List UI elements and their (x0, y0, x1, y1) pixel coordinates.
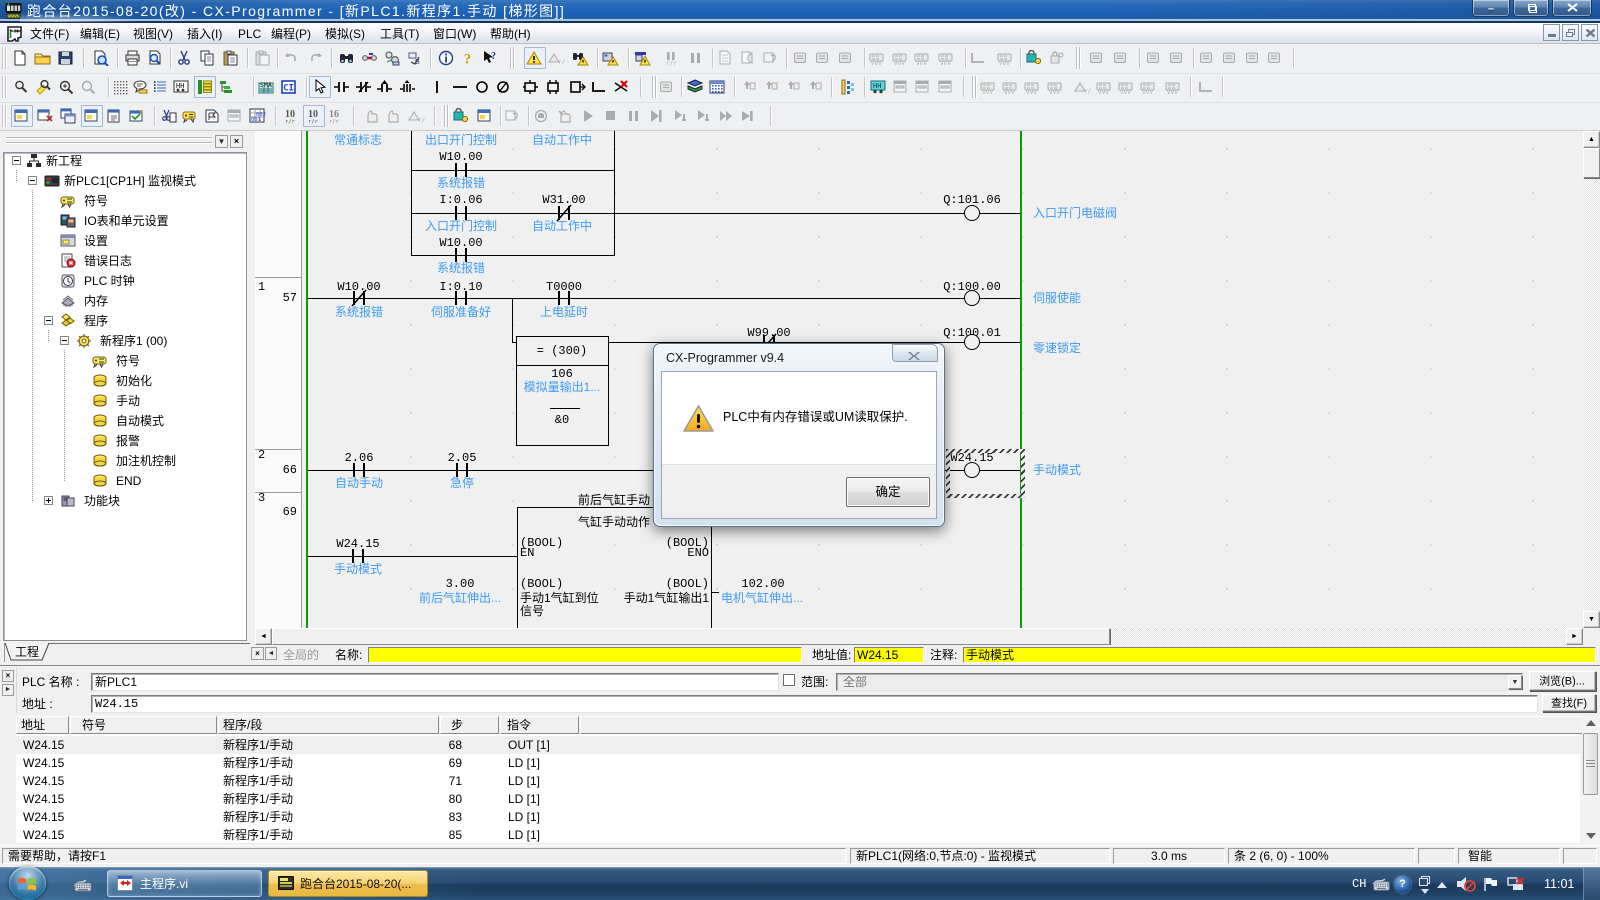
svg-text:vvv: vvv (1026, 89, 1037, 95)
svg-text:r/r: r/r (285, 119, 296, 124)
svg-text:002: 002 (256, 112, 266, 118)
svg-text:vvv: vvv (1049, 89, 1060, 95)
svg-text:vvv: vvv (1167, 89, 1178, 95)
svg-text:vvv: vvv (999, 60, 1010, 66)
svg-text:HH: HH (873, 82, 881, 90)
svg-text:vvv: vvv (982, 89, 993, 95)
svg-text:?: ? (463, 52, 471, 67)
svg-text:SMA: SMA (260, 81, 272, 89)
svg-text:vvv: vvv (871, 60, 882, 66)
svg-text:r/r: r/r (308, 119, 319, 124)
svg-text:r/r: r/r (1084, 88, 1091, 95)
svg-text:r/r: r/r (558, 59, 565, 66)
svg-text:vvv: vvv (894, 60, 905, 66)
svg-text:vvv: vvv (1004, 89, 1015, 95)
svg-text:?: ? (491, 51, 496, 62)
svg-text:r/r: r/r (418, 117, 425, 124)
svg-text:B: B (415, 59, 420, 66)
svg-text:vvv: vvv (1142, 89, 1153, 95)
svg-text:vvv: vvv (940, 60, 951, 66)
svg-text:r/r: r/r (666, 60, 677, 66)
svg-text:vvv: vvv (1120, 89, 1131, 95)
svg-text:r/r: r/r (329, 119, 340, 124)
svg-text:vvv: vvv (916, 60, 927, 66)
svg-text:CI: CI (283, 84, 294, 94)
svg-text:vvv: vvv (1098, 89, 1109, 95)
